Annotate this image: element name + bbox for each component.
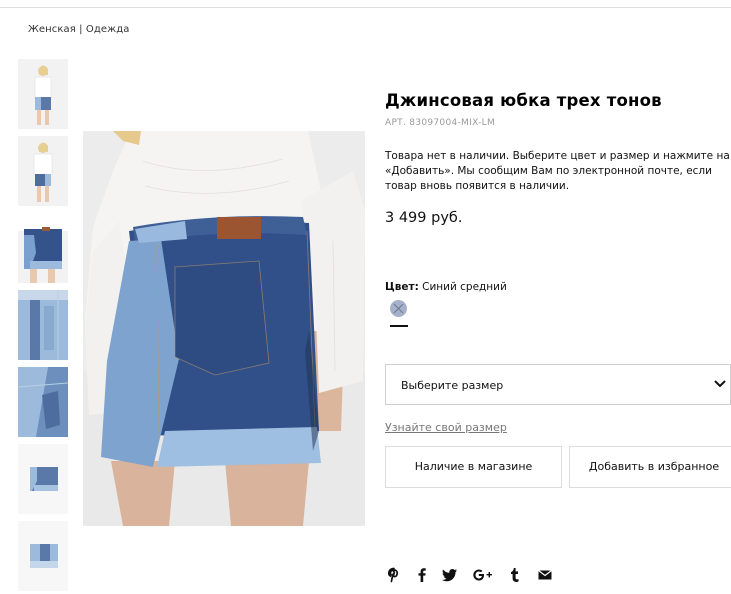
- size-select[interactable]: Выберите размер: [385, 364, 731, 405]
- thumbnail-7[interactable]: [18, 521, 68, 591]
- thumbnail-3[interactable]: [18, 213, 68, 283]
- product-reference: АРТ. 83097004-MIX-LM: [385, 118, 496, 128]
- breadcrumb-clothing[interactable]: Одежда: [86, 24, 130, 35]
- size-select-placeholder: Выберите размер: [401, 379, 504, 392]
- add-to-favorites-button[interactable]: Добавить в избранное: [569, 446, 731, 488]
- facebook-icon[interactable]: [414, 567, 430, 583]
- product-title: Джинсовая юбка трех тонов: [385, 91, 662, 110]
- color-value: Синий средний: [422, 281, 507, 293]
- product-price: 3 499 руб.: [385, 210, 463, 226]
- size-guide-link[interactable]: Узнайте свой размер: [385, 421, 507, 434]
- thumbnail-6[interactable]: [18, 444, 68, 514]
- breadcrumb: Женская | Одежда: [28, 24, 129, 35]
- out-of-stock-message: Товара нет в наличии. Выберите цвет и ра…: [385, 150, 730, 192]
- top-divider: [0, 7, 731, 8]
- selected-color-indicator: [390, 325, 408, 327]
- chevron-down-icon: [714, 380, 726, 388]
- thumbnail-4[interactable]: [18, 290, 68, 360]
- breadcrumb-women[interactable]: Женская: [28, 24, 76, 35]
- thumbnail-1[interactable]: [18, 59, 68, 129]
- breadcrumb-separator: |: [79, 24, 83, 35]
- product-main-image[interactable]: [83, 131, 365, 526]
- thumbnail-2[interactable]: [18, 136, 68, 206]
- email-icon[interactable]: [537, 567, 553, 583]
- google-plus-icon[interactable]: [472, 567, 494, 583]
- twitter-icon[interactable]: [442, 567, 458, 583]
- tumblr-icon[interactable]: [507, 567, 523, 583]
- color-label-title: Цвет:: [385, 281, 419, 293]
- thumbnail-5[interactable]: [18, 367, 68, 437]
- color-label: Цвет: Синий средний: [385, 281, 507, 293]
- pinterest-icon[interactable]: [386, 567, 402, 583]
- store-availability-button[interactable]: Наличие в магазине: [385, 446, 562, 488]
- unavailable-cross-icon: [393, 303, 404, 314]
